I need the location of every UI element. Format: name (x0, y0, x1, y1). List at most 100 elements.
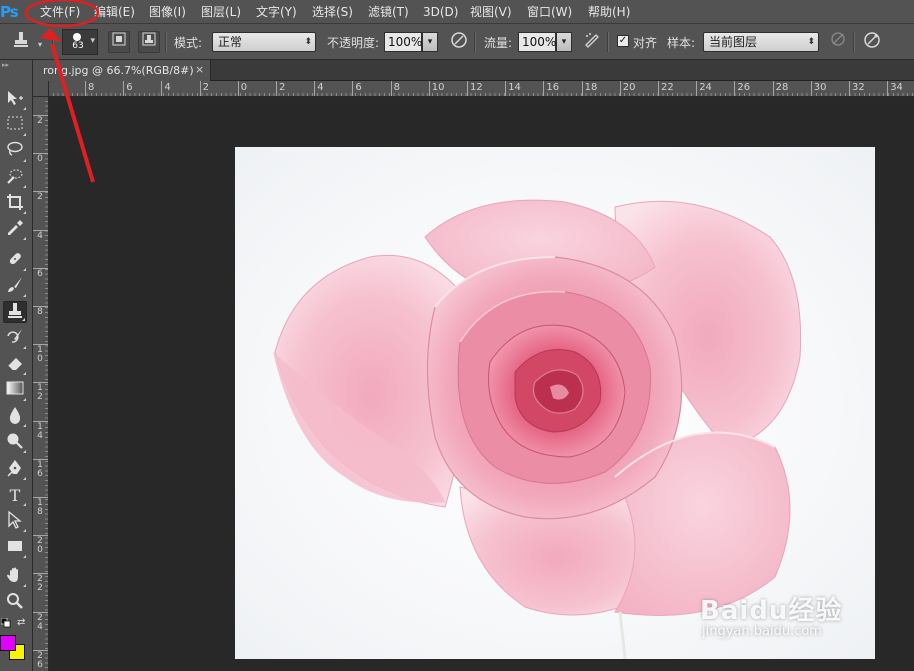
mode-label: 模式: (174, 36, 203, 50)
ruler-label: 14 (508, 82, 521, 93)
rose-image (273, 199, 802, 659)
menu-help[interactable]: 帮助(H) (588, 0, 630, 24)
quick-select-tool-icon[interactable] (3, 167, 27, 189)
panel-grip-icon[interactable]: ▸▸ (0, 60, 33, 70)
updown-arrow-icon: ⬍ (304, 37, 312, 47)
hand-tool-icon[interactable] (3, 566, 27, 588)
ruler-label: 22 (661, 82, 674, 93)
ruler-major-tick (428, 81, 430, 96)
foreground-color-swatch[interactable] (0, 635, 16, 651)
watermark-url: jingyan.baidu.com (702, 624, 822, 639)
move-tool-icon[interactable] (3, 89, 27, 111)
ruler-origin[interactable] (33, 81, 49, 97)
ruler-label: 22 (37, 574, 43, 594)
ruler-major-tick (772, 81, 774, 96)
sample-select[interactable]: 当前图层 ⬍ (703, 32, 819, 52)
brush-preset-picker[interactable]: 63 ▾ (62, 29, 98, 55)
pen-tool-icon[interactable] (3, 459, 27, 481)
toggle-brush-panel-icon[interactable] (108, 31, 130, 53)
menu-file[interactable]: 文件(F) (40, 0, 80, 24)
menu-window[interactable]: 窗口(W) (527, 0, 572, 24)
preset-dropdown-icon[interactable]: ▾ (38, 40, 42, 49)
ruler-label: 18 (37, 498, 43, 517)
ruler-label: 14 (37, 421, 43, 441)
ruler-major-tick (199, 81, 201, 96)
eyedropper-tool-icon[interactable] (3, 219, 27, 241)
ruler-major-tick (85, 81, 86, 96)
watermark-brand: Baidu经验 (700, 596, 843, 626)
ignore-adjustment-layers-icon[interactable] (827, 31, 849, 53)
document-tab-title: rong.jpg @ 66.7%(RGB/8#) (43, 64, 194, 77)
document-tab[interactable]: rong.jpg @ 66.7%(RGB/8#) × (33, 60, 211, 81)
mode-select[interactable]: 正常 ⬍ (212, 32, 316, 52)
pressure-size-icon[interactable] (861, 31, 883, 53)
sample-label: 样本: (667, 36, 696, 50)
aligned-checkbox[interactable]: ✓ (617, 35, 629, 47)
menu-layer[interactable]: 图层(L) (201, 0, 241, 24)
zoom-tool-icon[interactable] (3, 592, 27, 614)
menu-image[interactable]: 图像(I) (149, 0, 186, 24)
airbrush-icon[interactable] (581, 31, 603, 53)
opacity-slider-toggle[interactable]: ▾ (422, 32, 438, 52)
chevron-down-icon: ▾ (90, 36, 95, 46)
ruler-major-tick (887, 81, 889, 96)
pressure-opacity-icon[interactable] (448, 31, 470, 53)
blur-tool-icon[interactable] (3, 406, 27, 428)
gradient-tool-icon[interactable] (3, 380, 27, 402)
history-brush-tool-icon[interactable] (3, 328, 27, 350)
ruler-major-tick (581, 81, 583, 96)
ruler-label: 34 (890, 82, 903, 93)
vertical-ruler[interactable]: 202468101214161820222426 (33, 97, 49, 671)
ruler-label: 8 (88, 82, 95, 93)
brush-size-value: 63 (72, 41, 84, 51)
ruler-major-tick (352, 81, 354, 96)
ruler-major-tick (658, 81, 659, 96)
healing-brush-tool-icon[interactable] (3, 250, 27, 272)
default-colors-icon[interactable] (0, 617, 11, 631)
ruler-label: 20 (622, 82, 636, 93)
clone-stamp-preset-icon[interactable] (10, 31, 32, 53)
dodge-tool-icon[interactable] (3, 432, 27, 454)
toggle-clone-source-panel-icon[interactable] (138, 31, 160, 53)
type-tool-icon[interactable]: T (3, 485, 27, 507)
ruler-label: 26 (37, 650, 43, 670)
clone-stamp-tool-icon[interactable] (3, 301, 27, 323)
photoshop-logo: Ps (0, 3, 19, 21)
opacity-input[interactable]: 100% (384, 32, 422, 52)
lasso-tool-icon[interactable] (3, 141, 27, 163)
menu-view[interactable]: 视图(V) (470, 0, 512, 24)
ruler-major-tick (237, 81, 239, 96)
ruler-label: 2 (37, 116, 43, 126)
ruler-major-tick (810, 81, 812, 96)
ruler-major-tick (505, 81, 507, 96)
ruler-label: 28 (775, 82, 789, 93)
separator (474, 32, 476, 52)
swap-colors-icon[interactable]: ⇄ (17, 617, 25, 628)
ruler-label: 30 (813, 82, 827, 93)
marquee-tool-icon[interactable] (3, 115, 27, 137)
eraser-tool-icon[interactable] (3, 354, 27, 376)
horizontal-ruler[interactable]: 8 6 4 2 0 2 4 6 8 10 12 14 16 18 20 22 24 26 28 30 32 34 (49, 81, 914, 97)
rectangle-tool-icon[interactable] (3, 537, 27, 559)
ruler-label: 10 (431, 82, 445, 93)
brush-tool-icon[interactable] (3, 276, 27, 298)
menu-edit[interactable]: 编辑(E) (94, 0, 135, 24)
ruler-label: 10 (37, 345, 43, 365)
flow-input[interactable]: 100% (518, 32, 556, 52)
menu-type[interactable]: 文字(Y) (256, 0, 297, 24)
separator (853, 32, 855, 52)
ruler-label: 0 (37, 154, 43, 165)
ruler-label: 24 (699, 82, 712, 93)
crop-tool-icon[interactable] (3, 193, 27, 215)
menu-select[interactable]: 选择(S) (312, 0, 353, 24)
menu-bar: Ps 文件(F) 编辑(E) 图像(I) 图层(L) 文字(Y) 选择(S) 滤… (0, 0, 914, 24)
menu-3d[interactable]: 3D(D) (423, 0, 458, 24)
ruler-label: 0 (240, 82, 248, 93)
path-select-tool-icon[interactable] (3, 510, 27, 533)
ruler-label: 20 (37, 536, 43, 556)
document-canvas[interactable] (235, 147, 875, 659)
menu-filter[interactable]: 滤镜(T) (368, 0, 409, 24)
flow-slider-toggle[interactable]: ▾ (556, 32, 572, 52)
sample-value: 当前图层 (709, 35, 758, 49)
close-icon[interactable]: × (195, 63, 204, 76)
